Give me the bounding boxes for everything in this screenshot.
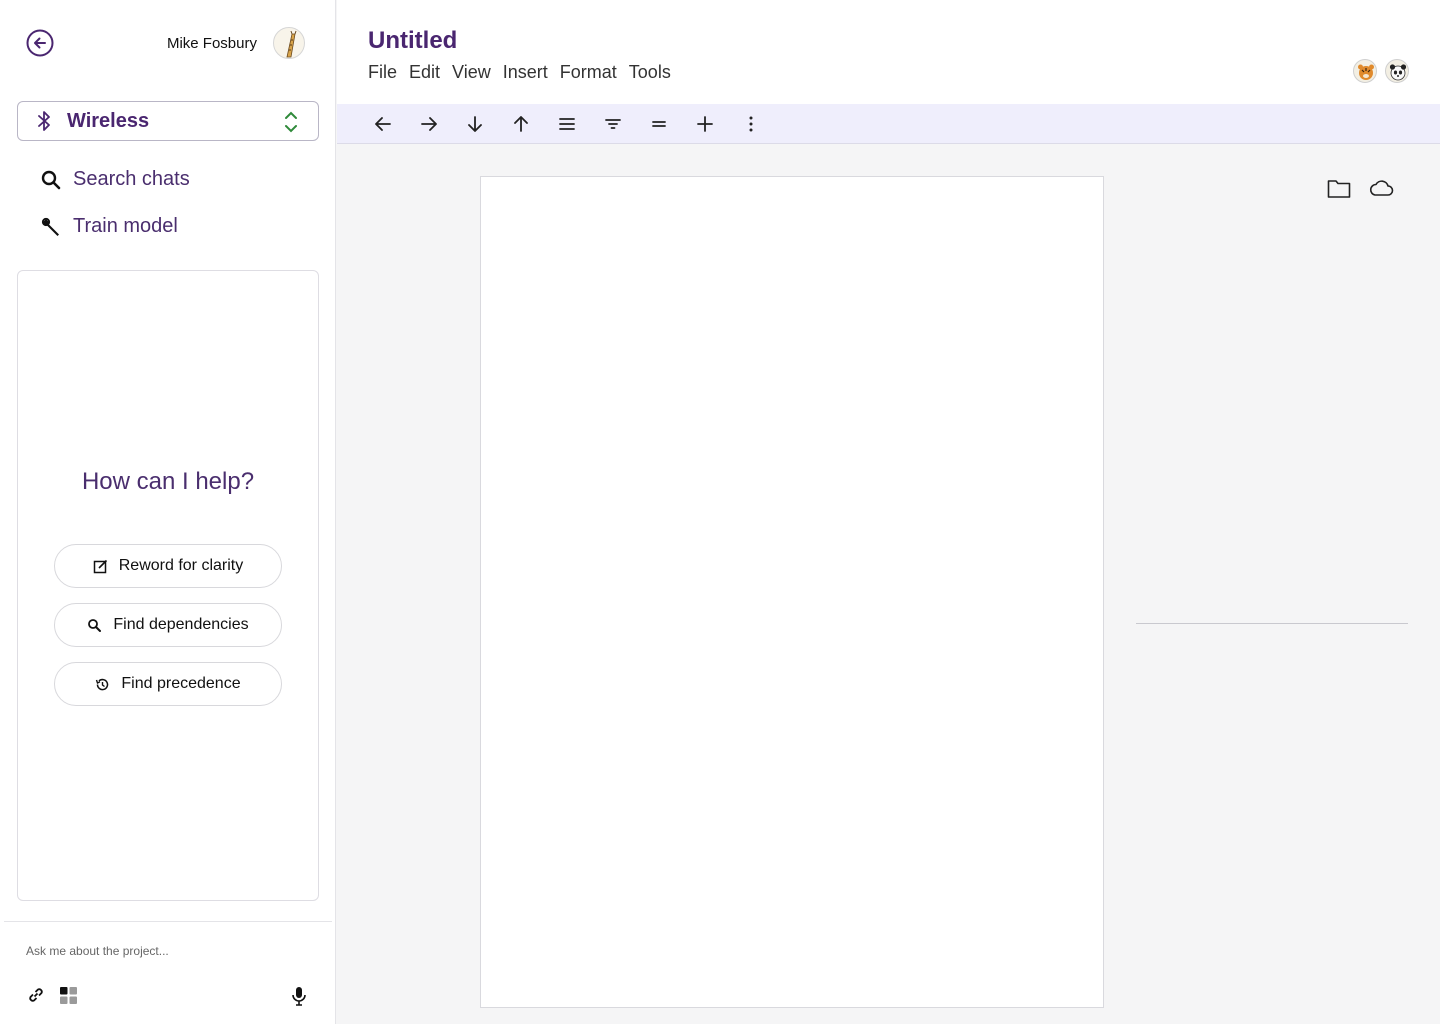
- folder-icon[interactable]: [1327, 177, 1351, 199]
- chevron-up-down-icon: [285, 111, 297, 133]
- arrow-right-icon[interactable]: [418, 113, 440, 135]
- bluetooth-icon: [38, 111, 50, 131]
- chat-panel: How can I help? Reword for clarity Find …: [17, 270, 319, 901]
- sidebar-item-label: Search chats: [73, 168, 190, 190]
- search-icon: [41, 170, 61, 189]
- cloud-icon[interactable]: [1368, 177, 1394, 199]
- user-avatar[interactable]: [273, 27, 305, 59]
- suggestion-find-precedence-button[interactable]: Find precedence: [54, 662, 282, 706]
- suggestion-label: Find dependencies: [113, 616, 249, 633]
- document-page[interactable]: [480, 176, 1104, 1008]
- suggestion-find-dependencies-button[interactable]: Find dependencies: [54, 603, 282, 647]
- menu-file[interactable]: File: [368, 62, 397, 83]
- arrow-up-icon[interactable]: [510, 113, 532, 135]
- arrow-left-icon[interactable]: [372, 113, 394, 135]
- chat-input[interactable]: [26, 944, 306, 958]
- equal-icon[interactable]: [648, 113, 670, 135]
- align-justify-icon[interactable]: [556, 113, 578, 135]
- sidebar-item-label: Train model: [73, 215, 178, 237]
- menu-tools[interactable]: Tools: [629, 62, 671, 83]
- microphone-icon[interactable]: [290, 985, 308, 1007]
- panda-icon: [1389, 64, 1407, 81]
- chat-prompt: How can I help?: [81, 468, 255, 495]
- edit-icon: [93, 559, 107, 573]
- giraffe-icon: [286, 30, 297, 58]
- menu-edit[interactable]: Edit: [409, 62, 440, 83]
- search-icon: [88, 618, 102, 632]
- wrench-icon: [41, 217, 59, 236]
- plus-icon[interactable]: [694, 113, 716, 135]
- back-button[interactable]: [26, 29, 54, 57]
- menu-view[interactable]: View: [452, 62, 491, 83]
- user-name: Mike Fosbury: [166, 35, 257, 52]
- menu-bar: File Edit View Insert Format Tools: [368, 62, 683, 83]
- more-vertical-icon[interactable]: [740, 113, 762, 135]
- apps-icon[interactable]: [59, 986, 78, 1005]
- filter-icon[interactable]: [602, 113, 624, 135]
- suggestion-label: Reword for clarity: [118, 557, 244, 574]
- sidebar-item-train-model[interactable]: Train model: [40, 215, 178, 238]
- project-selector[interactable]: Wireless: [17, 101, 319, 141]
- collaborator-avatar-panda[interactable]: [1385, 59, 1409, 83]
- link-icon[interactable]: [26, 985, 46, 1005]
- arrow-down-icon[interactable]: [464, 113, 486, 135]
- menu-format[interactable]: Format: [560, 62, 617, 83]
- project-name: Wireless: [67, 109, 150, 132]
- chat-composer: [4, 921, 332, 1024]
- document-header: Untitled File Edit View Insert Format To…: [337, 0, 1440, 104]
- menu-insert[interactable]: Insert: [503, 62, 548, 83]
- side-panel-divider: [1136, 623, 1408, 624]
- suggestion-reword-button[interactable]: Reword for clarity: [54, 544, 282, 588]
- formatting-toolbar: [337, 104, 1440, 144]
- collaborator-avatar-tiger[interactable]: [1353, 59, 1377, 83]
- tiger-icon: [1358, 64, 1374, 80]
- arrow-left-circle-icon: [26, 29, 54, 57]
- suggestion-label: Find precedence: [121, 675, 241, 692]
- sidebar: Mike Fosbury Wireless Search chats Train…: [0, 0, 336, 1024]
- document-title[interactable]: Untitled: [368, 27, 457, 55]
- sidebar-item-search-chats[interactable]: Search chats: [40, 168, 190, 191]
- history-icon: [96, 678, 109, 690]
